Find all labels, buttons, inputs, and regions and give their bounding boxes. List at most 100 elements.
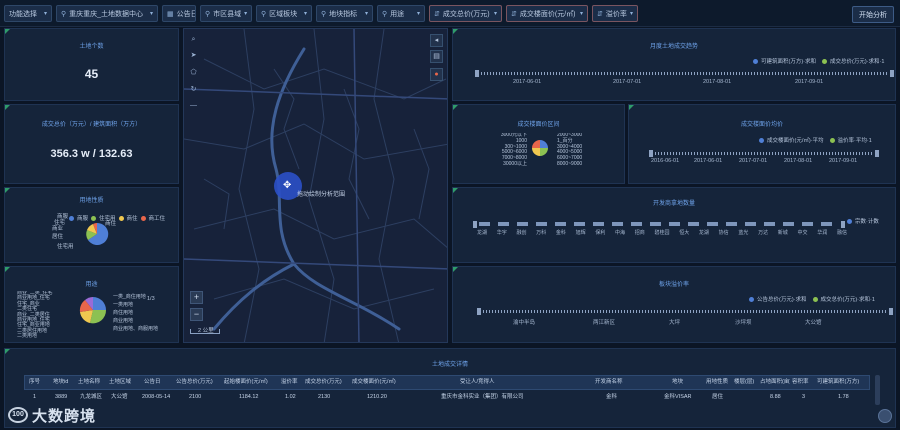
land-count-value: 45: [84, 67, 99, 81]
chevron-down-icon: ▾: [244, 11, 248, 17]
filter-region-block[interactable]: ⚲ 区域板块 ▾: [256, 5, 312, 22]
developer-tick: 中海: [615, 230, 626, 236]
amount-card: 成交总价（万元）/ 建筑面积（万方） 356.3 w / 132.63: [4, 104, 179, 184]
monthly-trend-title: 月度土地成交趋势: [649, 44, 698, 50]
developer-tick: 中交: [797, 230, 808, 236]
column-header[interactable]: 占地面积(亩): [760, 377, 790, 388]
column-header[interactable]: 地块: [672, 377, 696, 388]
column-header[interactable]: 可建筑面积(万方): [817, 377, 867, 388]
map-view[interactable]: ⌕ ➤ ⬠ ↻ — ◂ ▤ ● ✥ 拖动绘制分析范围 + − 2 公里: [183, 28, 448, 343]
chevron-down-icon: ▾: [149, 11, 153, 17]
map-marker-icon[interactable]: ●: [430, 68, 443, 81]
map-layers-icon[interactable]: ▤: [430, 50, 443, 63]
developer-tick: 华宇: [496, 230, 507, 236]
developer-legend: 宗数·计数: [847, 217, 879, 225]
legend-dot: [847, 218, 852, 224]
trend-tick: 2017-08-01: [703, 79, 732, 85]
developer-tick: 协信: [718, 230, 729, 236]
move-cursor-icon: ✥: [283, 180, 292, 191]
map-refresh-icon[interactable]: ↻: [188, 84, 199, 95]
avg-price-tick: 2017-06-01: [694, 158, 723, 164]
function-select-dropdown[interactable]: 功能选择 ▾: [4, 5, 52, 22]
pie-label: 8000~9000: [557, 160, 583, 167]
filter-label: 用途: [390, 10, 405, 18]
column-header[interactable]: 土地名称: [78, 377, 106, 388]
calendar-icon: ▦: [167, 10, 174, 18]
map-roads: [184, 29, 447, 342]
map-polygon-icon[interactable]: ⬠: [188, 67, 199, 78]
filter-district[interactable]: ⚲ 市区县域 ▾: [200, 5, 252, 22]
column-header[interactable]: 受让人/竞得人: [460, 377, 516, 388]
map-drag-hint: 拖动绘制分析范围: [297, 192, 346, 198]
trend-axis: [481, 72, 889, 75]
pie-label: 商业用地、商服用地: [113, 326, 159, 332]
column-header[interactable]: 容积率: [792, 377, 814, 388]
filter-premium-rate[interactable]: ⇵ 溢价率 ▾: [592, 5, 638, 22]
column-header[interactable]: 土地区域: [109, 377, 137, 388]
pie-label: 30000以上: [503, 160, 527, 167]
pie-slice: [540, 148, 548, 156]
map-zoom-in-button[interactable]: +: [190, 291, 203, 304]
legend-label: 成交总价(万元)·求和·1: [830, 59, 885, 65]
pie-label: 一类_商住用地: [113, 294, 146, 300]
map-line-icon[interactable]: —: [188, 100, 199, 111]
filter-usage[interactable]: ⚲ 用途 ▾: [377, 5, 425, 22]
filter-label: 溢价率: [605, 10, 627, 18]
column-header[interactable]: 楼层(层): [734, 377, 758, 388]
premium-legend: 公告总价(万元)·求和 成交总价(万元)·求和·1: [749, 295, 875, 303]
filter-announce-date[interactable]: ▦公告日▾: [162, 5, 196, 22]
table-cell: 金科VISAR: [664, 394, 692, 400]
table-cell: 1.02: [285, 394, 296, 400]
column-header[interactable]: 成交楼面价(元/㎡): [352, 377, 406, 388]
legend-page-indicator[interactable]: 1/3: [147, 296, 155, 302]
column-header[interactable]: 成交总价(万元): [305, 377, 351, 388]
premium-tick: 大公馆: [805, 320, 822, 326]
avg-price-legend: 成交楼面价(元/㎡)·平均 溢价率·平均·1: [759, 136, 872, 144]
column-header[interactable]: 公告日: [144, 377, 170, 388]
legend-label: 公告总价(万元)·求和: [757, 297, 807, 303]
table-scrollbar[interactable]: [875, 375, 880, 405]
column-header[interactable]: 起始楼面价(元/㎡): [224, 377, 276, 388]
pie-label: 居住: [52, 234, 64, 240]
pie-slice: [532, 148, 540, 156]
map-search-icon[interactable]: ⌕: [188, 34, 199, 45]
pie-label: 商业用地: [113, 318, 134, 324]
floating-action-button[interactable]: [878, 409, 892, 423]
filter-total-price[interactable]: ⇵ 成交总价(万元) ▾: [429, 5, 502, 22]
column-header[interactable]: 用地性质: [706, 377, 732, 388]
filter-land-index[interactable]: ⚲ 地块指标 ▾: [316, 5, 373, 22]
avg-price-panel: 成交楼面价均价 成交楼面价(元/㎡)·平均 溢价率·平均·1 2016-06-0…: [628, 104, 896, 184]
developer-title: 开发商拿地数量: [652, 201, 695, 207]
start-analysis-button[interactable]: 开始分析: [852, 6, 894, 23]
chevron-down-icon: ▾: [43, 11, 47, 17]
top-toolbar: 功能选择▾ ⚲重庆重庆_土地数据中心▾ ▦公告日▾ ⚲市区县域▾ ⚲区域板块▾ …: [0, 0, 900, 27]
premium-tick: 大坪: [669, 320, 681, 326]
column-header[interactable]: 序号: [29, 377, 47, 388]
slider-handle-left[interactable]: [477, 308, 481, 315]
slider-handle-left[interactable]: [475, 70, 479, 77]
column-header[interactable]: 溢价率: [281, 377, 301, 388]
filter-floor-price[interactable]: ⇵ 成交楼面价(元/㎡) ▾: [506, 5, 588, 22]
price-range-labels-left: 3000元以下 1000 300~1000 5000~6000 7000~800…: [455, 133, 527, 168]
slider-handle-right[interactable]: [841, 221, 845, 228]
column-header[interactable]: 地块id: [53, 377, 75, 388]
column-header[interactable]: 开发商名称: [595, 377, 635, 388]
map-zoom-out-button[interactable]: −: [190, 308, 203, 321]
slider-handle-right[interactable]: [889, 308, 893, 315]
column-header[interactable]: 公告总价(万元): [176, 377, 221, 388]
purpose-title: 用途: [85, 282, 98, 288]
map-collapse-icon[interactable]: ◂: [430, 34, 443, 47]
chevron-down-icon: ▾: [493, 11, 497, 17]
developer-tick: 金科: [555, 230, 566, 236]
land-nature-pie-panel: 用地性质 商服 住宅用 商住 商工住 商服 住宅 商业 商住 居住 住宅用: [4, 187, 179, 263]
slider-handle-right[interactable]: [875, 150, 879, 157]
slider-handle-left[interactable]: [649, 150, 653, 157]
table-cell: 九龙城区: [80, 394, 103, 400]
data-source-dropdown[interactable]: ⚲ 重庆重庆_土地数据中心 ▾: [56, 5, 158, 22]
slider-handle-right[interactable]: [890, 70, 894, 77]
slider-handle-left[interactable]: [473, 221, 477, 228]
legend-dot: [829, 137, 835, 143]
pie-label: 商业: [52, 226, 64, 232]
developer-tick: 万科: [536, 230, 547, 236]
map-navigate-icon[interactable]: ➤: [188, 50, 199, 61]
